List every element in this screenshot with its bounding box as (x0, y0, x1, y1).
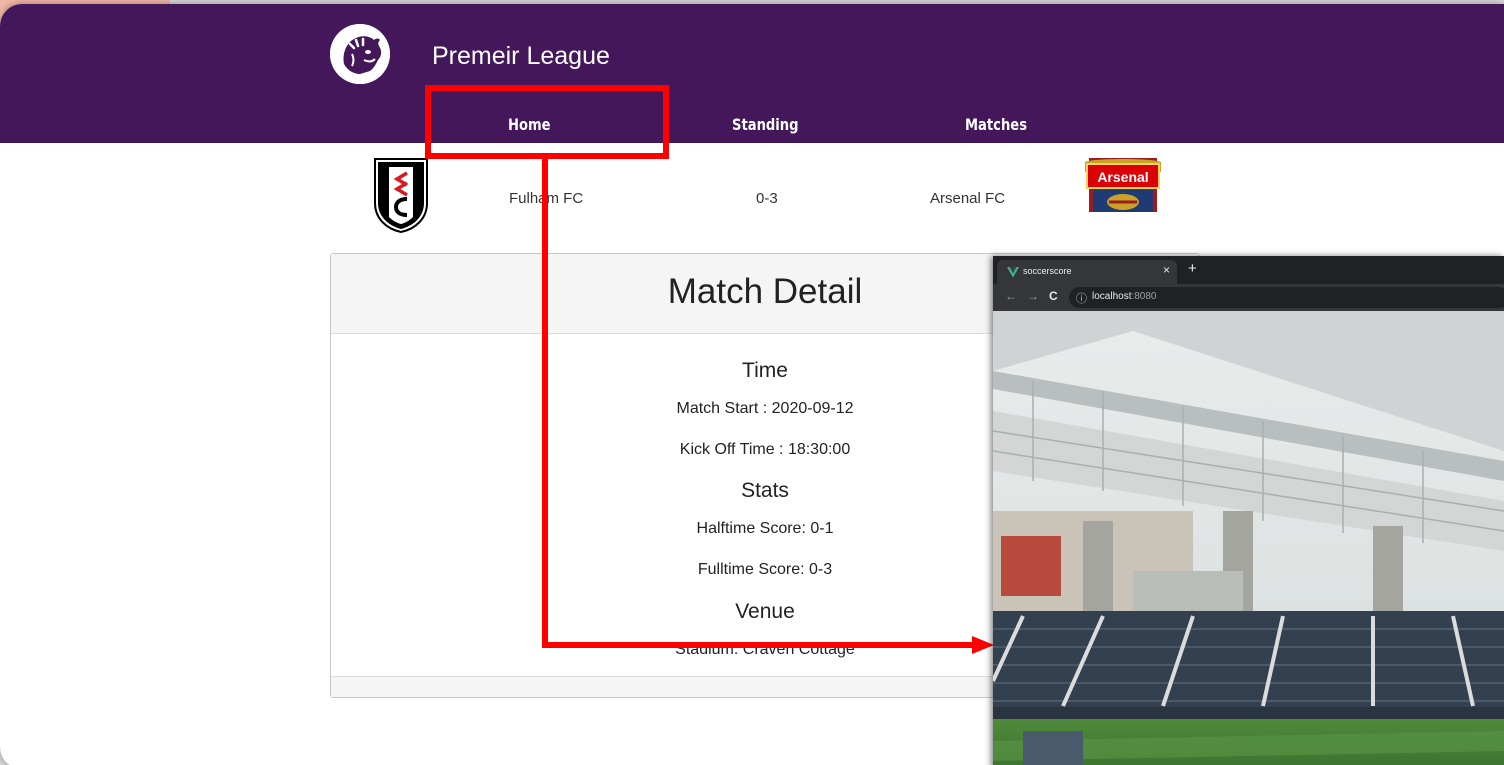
close-icon[interactable]: × (1163, 263, 1170, 277)
reload-icon[interactable]: C (1049, 289, 1058, 303)
callout-arrow-line (542, 642, 974, 648)
plus-icon[interactable]: + (1188, 260, 1197, 277)
browser-toolbar: ← → C ⓘ localhost:8080 (993, 284, 1504, 311)
tab-title: soccerscore (1023, 266, 1072, 276)
arsenal-crest-icon: Arsenal (1083, 158, 1163, 212)
site-header: Premeir League Home Standing Matches (0, 4, 1504, 143)
forward-arrow-icon[interactable]: → (1027, 289, 1039, 303)
browser-tab[interactable]: soccerscore × (997, 260, 1177, 284)
site-title[interactable]: Premeir League (432, 42, 610, 71)
premier-league-lion-icon[interactable] (330, 24, 390, 84)
highlight-box (425, 85, 669, 159)
away-team-name: Arsenal FC (930, 190, 1006, 207)
fulham-crest-icon (369, 157, 433, 234)
address-text: localhost:8080 (1092, 291, 1157, 302)
address-bar[interactable]: ⓘ localhost:8080 (1069, 287, 1504, 308)
back-arrow-icon[interactable]: ← (1005, 289, 1017, 303)
stadium-background-image (993, 311, 1504, 765)
browser-window: soccerscore × + ← → C ⓘ localhost:8080 (993, 256, 1504, 765)
app-window: Premeir League Home Standing Matches Ful… (0, 4, 1504, 765)
nav-standing[interactable]: Standing (732, 115, 799, 134)
info-icon[interactable]: ⓘ (1076, 290, 1087, 306)
arrow-head-icon (972, 636, 994, 654)
match-score: 0-3 (756, 190, 778, 207)
nav-matches[interactable]: Matches (965, 115, 1027, 134)
callout-arrow-line (542, 159, 548, 648)
browser-tab-bar: soccerscore × + (993, 256, 1504, 284)
arsenal-crest-text: Arsenal (1097, 169, 1148, 185)
vue-icon (1007, 265, 1019, 283)
